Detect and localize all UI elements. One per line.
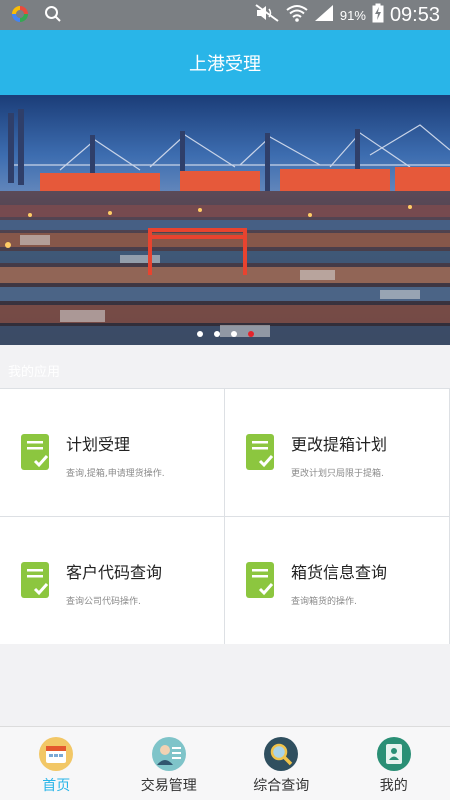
app-card-desc: 查询公司代码操作. (66, 597, 141, 607)
app-card-change-pickup-plan[interactable]: 更改提箱计划 更改计划只局限于提箱. (225, 389, 449, 516)
document-check-icon (21, 434, 49, 470)
app-card-container-info-query[interactable]: 箱货信息查询 查询箱货的操作. (225, 517, 449, 644)
magnifier-icon (264, 737, 298, 771)
document-check-icon (21, 562, 49, 598)
nav-label: 交易管理 (140, 778, 197, 794)
app-card-desc: 查询,提箱,申请理货操作. (66, 469, 165, 479)
banner-carousel[interactable] (0, 95, 450, 345)
nav-profile[interactable]: 我的 (338, 727, 450, 800)
status-bar: 91% 09:53 (0, 0, 450, 30)
mute-icon (254, 4, 280, 26)
carousel-dot[interactable] (230, 331, 237, 337)
carousel-dot[interactable] (196, 331, 203, 337)
app-card-plan-acceptance[interactable]: 计划受理 查询,提箱,申请理货操作. (0, 389, 224, 516)
wifi-icon (286, 4, 308, 26)
document-check-icon (246, 562, 274, 598)
carousel-indicator[interactable] (0, 331, 450, 337)
bottom-nav: 首页 交易管理 综合查询 我的 (0, 726, 450, 800)
app-card-desc: 查询箱货的操作. (291, 597, 357, 607)
nav-label: 首页 (42, 778, 71, 794)
transaction-icon (151, 737, 186, 771)
home-calendar-icon (39, 737, 73, 771)
document-check-icon (246, 434, 274, 470)
app-card-title: 客户代码查询 (66, 563, 163, 582)
app-card-customer-code-query[interactable]: 客户代码查询 查询公司代码操作. (0, 517, 224, 644)
app-grid: 计划受理 查询,提箱,申请理货操作. 更改提箱计划 更改计划只局限于提箱. 客户… (0, 388, 450, 644)
nav-transactions[interactable]: 交易管理 (113, 727, 226, 800)
carousel-dot-active[interactable] (247, 331, 254, 337)
app-logo-icon (10, 4, 30, 28)
nav-label: 综合查询 (253, 778, 310, 794)
nav-home[interactable]: 首页 (0, 727, 113, 800)
signal-icon (314, 4, 334, 26)
page-title: 上港受理 (189, 53, 261, 75)
app-card-title: 更改提箱计划 (291, 435, 388, 454)
header-bar: 上港受理 (0, 30, 450, 95)
nav-query[interactable]: 综合查询 (225, 727, 338, 800)
app-card-title: 计划受理 (66, 435, 131, 454)
battery-level: 91% (339, 7, 366, 23)
profile-icon (376, 737, 411, 771)
nav-label: 我的 (379, 778, 408, 794)
port-photo (0, 95, 450, 345)
carousel-dot[interactable] (213, 331, 220, 337)
section-heading: 我的应用 (8, 365, 61, 380)
battery-charging-icon (372, 3, 384, 27)
app-card-desc: 更改计划只局限于提箱. (291, 469, 384, 479)
app-card-title: 箱货信息查询 (291, 563, 388, 582)
clock: 09:53 (389, 3, 440, 26)
search-icon[interactable] (44, 5, 62, 27)
